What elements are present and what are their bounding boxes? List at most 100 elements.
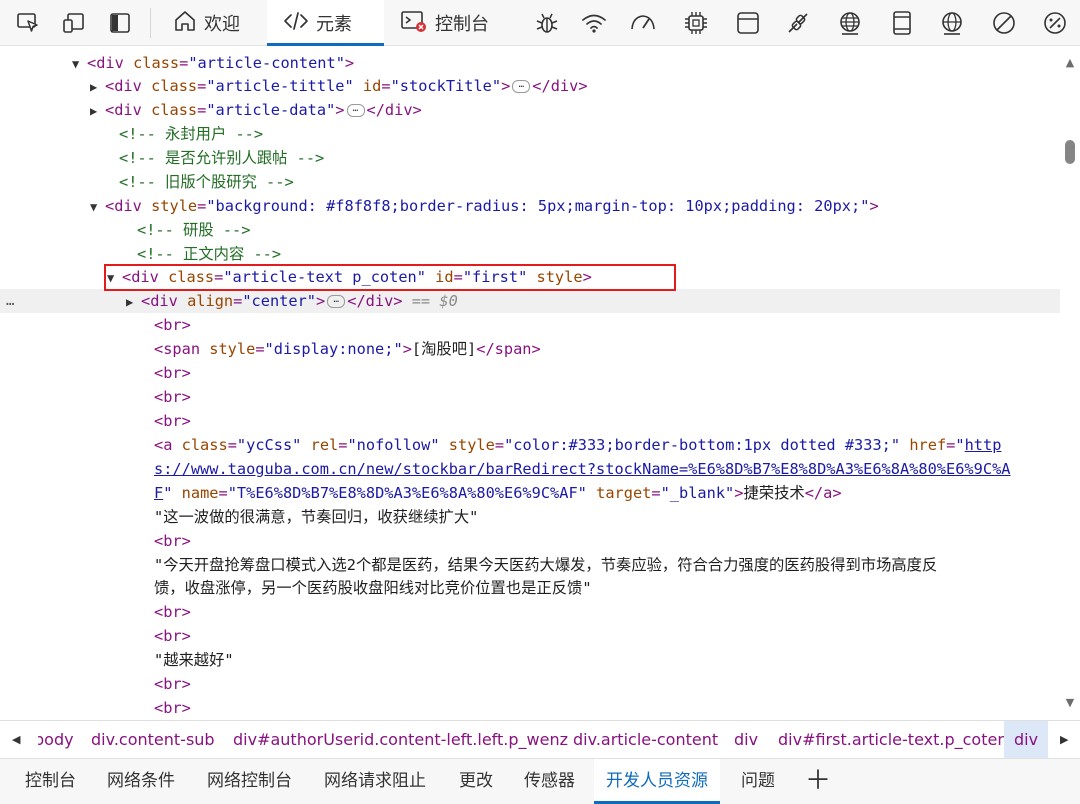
code-token[interactable]: F [154, 484, 163, 502]
code-token[interactable]: http [965, 436, 1002, 454]
line-br-5[interactable]: <br> [0, 529, 1060, 553]
drawer-tab-network-conditions[interactable]: 网络条件 [107, 759, 175, 804]
line-br-7[interactable]: <br> [0, 624, 1060, 648]
code-token: style [209, 340, 256, 358]
application-icon[interactable] [734, 0, 762, 46]
drawer-tab-request-blocking[interactable]: 网络请求阻止 [324, 759, 426, 804]
line-comment-4[interactable]: <!-- 研股 --> [0, 218, 1060, 242]
line-br-8[interactable]: <br> [0, 672, 1060, 696]
line-comment-2[interactable]: <!-- 是否允许别人跟帖 --> [0, 146, 1060, 170]
dom-tree-scrollbar[interactable]: ▲ ▼ [1060, 46, 1080, 720]
line-anchor-3[interactable]: F" name="T%E6%8D%B7%E8%8D%A3%E6%8A%80%E6… [0, 481, 1060, 505]
scroll-thumb[interactable] [1065, 140, 1075, 164]
dom-tree: ▼ <div class="article-content"> ▶ <div clas… [0, 46, 1060, 720]
drawer-tab-developer-resources[interactable]: 开发人员资源 [594, 759, 720, 804]
tab-console[interactable]: 控制台 [392, 0, 507, 46]
settings-gauge-icon[interactable] [1040, 0, 1070, 46]
line-br-6[interactable]: <br> [0, 600, 1060, 624]
line-article-content[interactable]: ▼ <div class="article-content"> [0, 51, 1060, 75]
drawer-tab-sensors[interactable]: 传感器 [524, 759, 575, 804]
network-globe-icon[interactable] [836, 0, 864, 46]
breadcrumb-item[interactable]: div#authorUserid.content-left.left.p_wen… [233, 721, 568, 758]
line-text-1[interactable]: "这一波做的很满意，节奏回归，收获继续扩大" [0, 505, 1060, 529]
scroll-down-arrow-icon[interactable]: ▼ [1064, 697, 1076, 708]
rendering-globe-icon[interactable] [938, 0, 966, 46]
ellipsis-icon[interactable]: … [346, 104, 365, 117]
code-token: "越来越好" [154, 651, 234, 669]
more-options-icon[interactable]: … [6, 289, 15, 313]
code-token: <!-- 正文内容 --> [137, 245, 282, 263]
line-span[interactable]: <span style="display:none;">[淘股吧]</span> [0, 337, 1060, 361]
code-token: id [362, 77, 382, 95]
device-icon[interactable] [888, 0, 916, 46]
breadcrumb-item[interactable]: div#first.article-text.p_coten [778, 721, 1007, 758]
sidebar-toggle-icon[interactable] [106, 0, 134, 46]
code-token: <div [105, 101, 152, 119]
security-icon[interactable] [784, 0, 812, 46]
expand-triangle-icon[interactable]: ▼ [90, 195, 105, 219]
breadcrumb-item[interactable]: div [734, 721, 758, 758]
add-tab-icon[interactable]: ＋ [805, 759, 831, 804]
bug-icon[interactable] [533, 0, 561, 46]
line-anchor-1[interactable]: <a class="ycCss" rel="nofollow" style="c… [0, 433, 1060, 457]
code-token: "这一波做的很满意，节奏回归，收获继续扩大" [154, 508, 479, 526]
line-text-2b[interactable]: 馈，收盘涨停，另一个医药股收盘阳线对比竞价位置也是正反馈" [0, 576, 1060, 600]
line-anchor-2[interactable]: s://www.taoguba.com.cn/new/stockbar/barR… [0, 457, 1060, 481]
scroll-up-arrow-icon[interactable]: ▲ [1064, 57, 1076, 68]
code-token: class [181, 436, 228, 454]
code-token: class [151, 77, 198, 95]
drawer-tab-issues[interactable]: 问题 [741, 759, 775, 804]
tab-elements[interactable]: 元素 [267, 0, 384, 46]
line-div-center[interactable]: ▶ <div align="center">… </div> == $0… [0, 289, 1060, 313]
code-token: "今天开盘抢筹盘口模式入选2个都是医药，结果今天医药大爆发，节奏应验，符合合力强… [154, 556, 938, 574]
line-br-1[interactable]: <br> [0, 313, 1060, 337]
collapse-triangle-icon[interactable]: ▶ [90, 75, 105, 99]
issues-blocked-icon[interactable] [990, 0, 1018, 46]
breadcrumb-item-selected[interactable]: div [1004, 721, 1049, 758]
breadcrumb-left-arrow-icon[interactable]: ◀ [12, 721, 20, 758]
line-br-2[interactable]: <br> [0, 361, 1060, 385]
code-token: " [955, 436, 965, 454]
code-token: </a> [804, 484, 842, 502]
code-token: = [494, 436, 505, 454]
code-token: rel [310, 436, 339, 454]
drawer-tab-network-console[interactable]: 网络控制台 [207, 759, 292, 804]
collapse-triangle-icon[interactable]: ▶ [126, 290, 141, 314]
code-token: = [197, 77, 207, 95]
breadcrumb-item[interactable]: div.content-sub [91, 721, 215, 758]
code-token: class [133, 54, 180, 72]
line-article-tittle[interactable]: ▶ <div class="article-tittle" id="stockTi… [0, 74, 1060, 98]
collapse-triangle-icon[interactable]: ▶ [90, 99, 105, 123]
drawer-tab-changes[interactable]: 更改 [459, 759, 493, 804]
line-br-3[interactable]: <br> [0, 385, 1060, 409]
expand-triangle-icon[interactable]: ▼ [72, 52, 87, 76]
code-token: <br> [154, 603, 191, 621]
wifi-icon[interactable] [580, 0, 608, 46]
code-token: "article-data" [206, 101, 336, 119]
breadcrumb-item[interactable]: body [38, 721, 74, 758]
line-text-2a[interactable]: "今天开盘抢筹盘口模式入选2个都是医药，结果今天医药大爆发，节奏应验，符合合力强… [0, 553, 1060, 577]
memory-chip-icon[interactable] [682, 0, 710, 46]
performance-icon[interactable] [628, 0, 658, 46]
code-token: <div [87, 54, 134, 72]
code-token: = [218, 484, 228, 502]
line-comment-1[interactable]: <!-- 永封用户 --> [0, 122, 1060, 146]
line-br-4[interactable]: <br> [0, 409, 1060, 433]
code-token: <!-- 永封用户 --> [119, 125, 264, 143]
breadcrumb-item[interactable]: div.article-content [573, 721, 718, 758]
code-token[interactable]: s://www.taoguba.com.cn/new/stockbar/barR… [154, 460, 1010, 478]
line-br-9[interactable]: <br> [0, 696, 1060, 720]
line-text-3[interactable]: "越来越好" [0, 648, 1060, 672]
line-div-style[interactable]: ▼ <div style="background: #f8f8f8;border-… [0, 194, 1060, 218]
line-article-data[interactable]: ▶ <div class="article-data">… </div> [0, 98, 1060, 122]
line-comment-5[interactable]: <!-- 正文内容 --> [0, 242, 1060, 266]
device-emulation-icon[interactable] [60, 0, 88, 46]
tab-welcome[interactable]: 欢迎 [165, 0, 265, 46]
line-comment-3[interactable]: <!-- 旧版个股研究 --> [0, 170, 1060, 194]
ellipsis-icon[interactable]: … [327, 295, 346, 308]
breadcrumb-right-arrow-icon[interactable]: ▶ [1060, 721, 1068, 758]
code-token: > [734, 484, 744, 502]
drawer-tab-console[interactable]: 控制台 [25, 759, 76, 804]
inspect-element-icon[interactable] [14, 0, 42, 46]
ellipsis-icon[interactable]: … [512, 80, 531, 93]
